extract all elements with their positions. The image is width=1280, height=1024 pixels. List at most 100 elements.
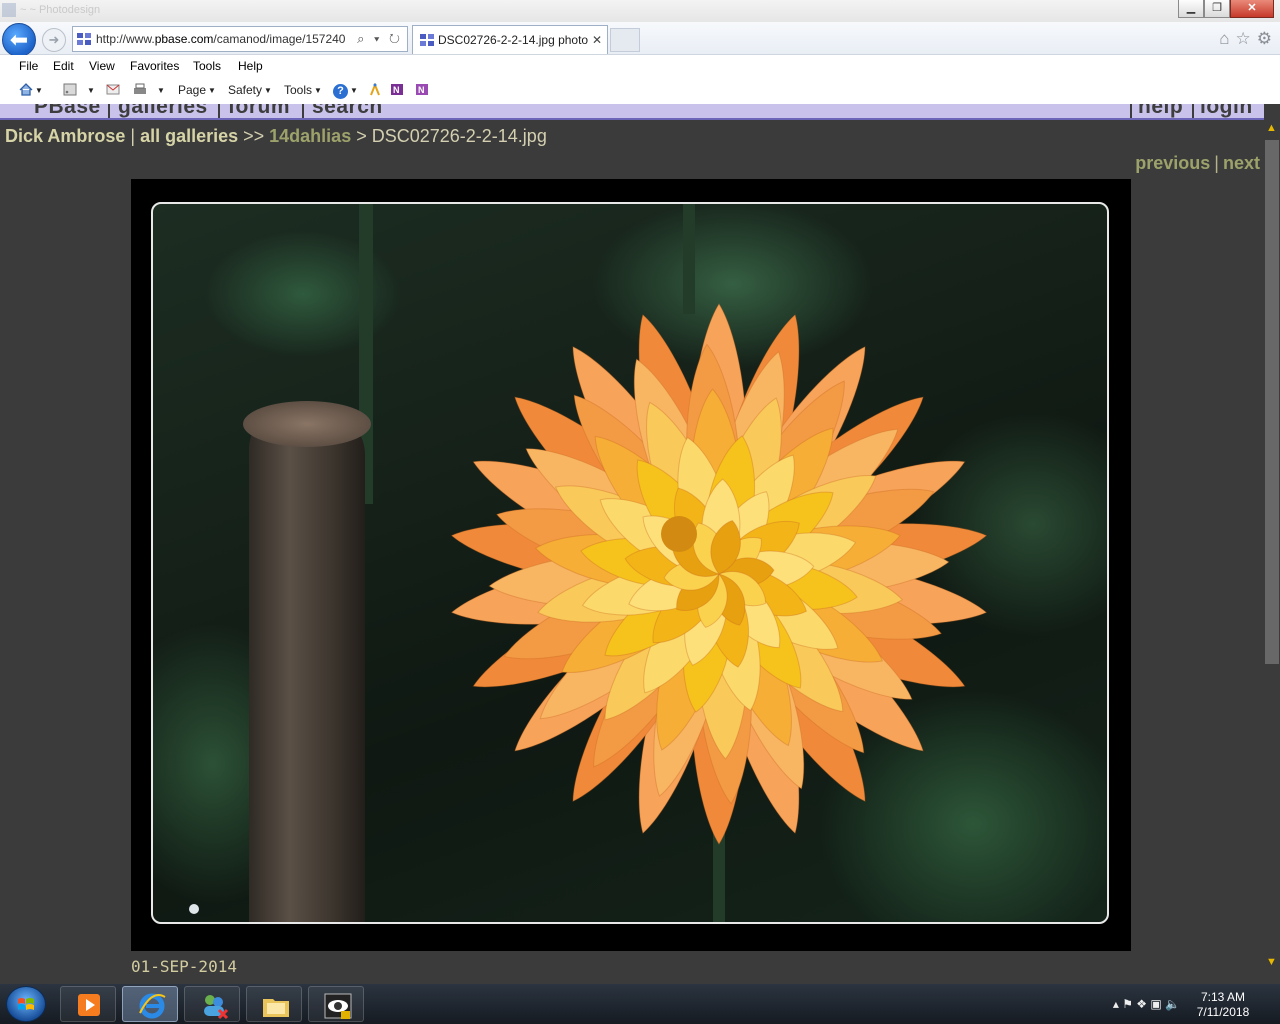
taskbar-internet-explorer[interactable] bbox=[122, 986, 178, 1022]
home-icon[interactable]: ⌂ bbox=[1219, 29, 1229, 49]
media-player-icon bbox=[78, 994, 100, 1016]
tray-icons[interactable]: ▴ ⚑ ❖ ▣ 🔈 bbox=[1113, 997, 1180, 1011]
scroll-down-icon[interactable]: ▼ bbox=[1266, 956, 1277, 968]
nav-separator bbox=[1130, 104, 1132, 118]
image-pager: previous | next bbox=[1135, 153, 1260, 174]
minimize-button[interactable]: ▁ bbox=[1178, 0, 1204, 18]
eye-photo-app-icon bbox=[324, 993, 352, 1019]
settings-gear-icon[interactable]: ⚙ bbox=[1257, 29, 1272, 49]
nav-tab-galleries[interactable]: galleries bbox=[118, 104, 208, 118]
pbase-favicon-icon bbox=[77, 33, 91, 45]
close-button[interactable]: ✕ bbox=[1230, 0, 1274, 18]
browser-tab-active[interactable]: DSC02726-2-2-14.jpg photo... ✕ bbox=[412, 25, 608, 54]
mail-command-button[interactable] bbox=[106, 83, 120, 97]
previous-link[interactable]: previous bbox=[1135, 153, 1210, 173]
folder-icon bbox=[263, 999, 289, 1017]
print-command-button[interactable]: ▼ bbox=[133, 83, 165, 97]
taskbar-file-explorer[interactable] bbox=[246, 986, 302, 1022]
favorites-star-icon[interactable]: ☆ bbox=[1236, 29, 1251, 49]
web-page: PBase galleries forum search help login … bbox=[0, 104, 1264, 984]
nav-separator bbox=[302, 104, 304, 118]
menu-help[interactable]: Help bbox=[238, 59, 263, 73]
tab-close-icon[interactable]: ✕ bbox=[592, 26, 602, 54]
feeds-command-button[interactable]: ▼ bbox=[63, 83, 95, 97]
safety-menu-button[interactable]: Safety ▼ bbox=[228, 83, 272, 97]
window-controls: ▁ ❐ ✕ bbox=[1178, 0, 1274, 18]
safety-menu-label: Safety bbox=[228, 83, 263, 97]
url-path: /camanod/image/157240 bbox=[213, 32, 346, 46]
nav-tab-pbase[interactable]: PBase bbox=[34, 104, 101, 118]
taskbar-messenger[interactable] bbox=[184, 986, 240, 1022]
photo-frame bbox=[131, 179, 1131, 951]
tools-menu-button[interactable]: Tools ▼ bbox=[284, 83, 322, 97]
breadcrumb-all-galleries-link[interactable]: all galleries bbox=[140, 126, 238, 146]
page-menu-button[interactable]: Page ▼ bbox=[178, 83, 216, 97]
onenote-button-2[interactable]: N bbox=[415, 83, 429, 97]
nav-separator bbox=[1192, 104, 1194, 118]
home-icon bbox=[19, 83, 33, 96]
clock-date: 7/11/2018 bbox=[1196, 1005, 1250, 1019]
next-link[interactable]: next bbox=[1223, 153, 1260, 173]
nav-tab-login[interactable]: login bbox=[1200, 104, 1253, 118]
taskbar-photo-app[interactable] bbox=[308, 986, 364, 1022]
nav-tab-help[interactable]: help bbox=[1138, 104, 1183, 118]
url-prefix: http://www. bbox=[96, 32, 155, 46]
menu-favorites[interactable]: Favorites bbox=[130, 59, 179, 73]
menu-edit[interactable]: Edit bbox=[53, 59, 74, 73]
menu-bar: File Edit View Favorites Tools Help bbox=[0, 55, 1280, 77]
restore-button[interactable]: ❐ bbox=[1204, 0, 1230, 18]
messenger-users-icon bbox=[204, 995, 229, 1020]
dahlia-center bbox=[661, 516, 697, 552]
address-url: http://www.pbase.com/camanod/image/15724… bbox=[96, 27, 345, 51]
address-bar[interactable]: http://www.pbase.com/camanod/image/15724… bbox=[72, 26, 408, 52]
window-title-bar: ~ ~ Photodesign ▁ ❐ ✕ bbox=[0, 0, 1280, 22]
breadcrumb-sep: >> bbox=[238, 126, 270, 146]
rss-feed-icon bbox=[63, 83, 77, 96]
scroll-up-icon[interactable]: ▲ bbox=[1266, 122, 1277, 134]
breadcrumb-current-image: DSC02726-2-2-14.jpg bbox=[371, 126, 547, 146]
start-button[interactable] bbox=[6, 986, 46, 1022]
breadcrumb-owner-link[interactable]: Dick Ambrose bbox=[5, 126, 125, 146]
address-tools[interactable]: ⌕ ▾ ↻ bbox=[357, 27, 403, 51]
dahlia-flower bbox=[450, 303, 988, 845]
breadcrumb: Dick Ambrose | all galleries >> 14dahlia… bbox=[5, 126, 547, 147]
nav-separator bbox=[218, 104, 220, 118]
site-nav-bar: PBase galleries forum search help login bbox=[0, 104, 1264, 120]
onenote-button-1[interactable]: N bbox=[390, 83, 404, 97]
page-scrollbar[interactable]: ▲ ▼ bbox=[1264, 104, 1280, 984]
breadcrumb-sep: | bbox=[125, 126, 141, 146]
nav-tab-forum[interactable]: forum bbox=[228, 104, 290, 118]
wooden-stump bbox=[243, 401, 371, 922]
browser-navbar: ⬅ ➜ http://www.pbase.com/camanod/image/1… bbox=[0, 22, 1280, 57]
scrollbar-thumb[interactable] bbox=[1265, 140, 1279, 664]
menu-file[interactable]: File bbox=[19, 59, 38, 73]
menu-tools[interactable]: Tools bbox=[193, 59, 221, 73]
onenote-linked-icon: N bbox=[416, 84, 428, 95]
forward-button[interactable]: ➜ bbox=[42, 28, 66, 52]
taskbar-media-player[interactable] bbox=[60, 986, 116, 1022]
home-command-button[interactable]: ▼ bbox=[19, 83, 43, 97]
back-button[interactable]: ⬅ bbox=[2, 23, 36, 57]
nav-separator bbox=[108, 104, 110, 118]
help-command-button[interactable]: ? ▼ bbox=[333, 83, 358, 99]
dahlia-photo[interactable] bbox=[151, 202, 1109, 924]
help-icon: ? bbox=[333, 84, 348, 99]
research-addon-button[interactable] bbox=[368, 83, 382, 97]
mail-icon bbox=[106, 84, 120, 95]
nav-tab-search[interactable]: search bbox=[312, 104, 383, 118]
page-menu-label: Page bbox=[178, 83, 207, 97]
breadcrumb-gallery-link[interactable]: 14dahlias bbox=[269, 126, 351, 146]
windows-taskbar: ▴ ⚑ ❖ ▣ 🔈 7:13 AM 7/11/2018 bbox=[0, 984, 1280, 1024]
new-tab-button[interactable] bbox=[610, 28, 640, 52]
app-icon bbox=[2, 3, 16, 17]
command-bar: ▼ ▼ ▼ Page ▼ Safety ▼ Tools ▼ ? ▼ N N bbox=[0, 77, 1280, 105]
tab-title: DSC02726-2-2-14.jpg photo... bbox=[438, 33, 588, 47]
back-arrow-icon: ⬅ bbox=[9, 27, 29, 52]
breadcrumb-sep: > bbox=[351, 126, 372, 146]
photo-date-caption: 01-SEP-2014 bbox=[131, 957, 237, 976]
pager-separator: | bbox=[1214, 153, 1219, 173]
light-glint bbox=[189, 904, 199, 914]
taskbar-clock[interactable]: 7:13 AM 7/11/2018 bbox=[1190, 990, 1256, 1020]
svg-text:N: N bbox=[418, 85, 425, 95]
menu-view[interactable]: View bbox=[89, 59, 115, 73]
